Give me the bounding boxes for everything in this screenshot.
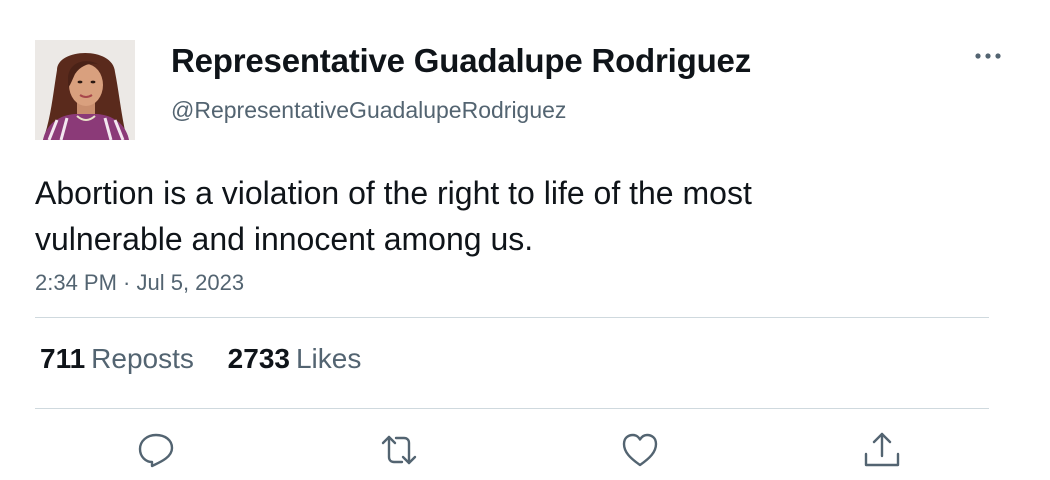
repost-arrows-icon[interactable] (379, 430, 419, 470)
engagement-stats: 711 Reposts 2733 Likes (40, 343, 387, 375)
reposts-stat[interactable]: 711 Reposts (40, 343, 194, 375)
likes-stat[interactable]: 2733 Likes (228, 343, 362, 375)
more-horizontal-icon[interactable] (972, 44, 1004, 68)
share-upload-icon[interactable] (862, 430, 902, 470)
user-handle[interactable]: @RepresentativeGuadalupeRodriguez (171, 97, 566, 124)
likes-label: Likes (295, 343, 362, 374)
tweet-card: Representative Guadalupe Rodriguez @Repr… (0, 0, 1050, 480)
divider (35, 408, 989, 409)
display-name[interactable]: Representative Guadalupe Rodriguez (171, 42, 751, 80)
tweet-text: Abortion is a violation of the right to … (35, 175, 752, 257)
avatar[interactable] (35, 40, 135, 140)
avatar-portrait-icon (35, 40, 135, 140)
reply-bubble-icon[interactable] (136, 430, 176, 470)
likes-count: 2733 (227, 343, 290, 374)
reposts-count: 711 (40, 343, 86, 374)
heart-icon[interactable] (620, 430, 660, 470)
reposts-label: Reposts (91, 343, 194, 374)
tweet-timestamp[interactable]: 2:34 PM · Jul 5, 2023 (35, 270, 244, 296)
divider (35, 317, 989, 318)
